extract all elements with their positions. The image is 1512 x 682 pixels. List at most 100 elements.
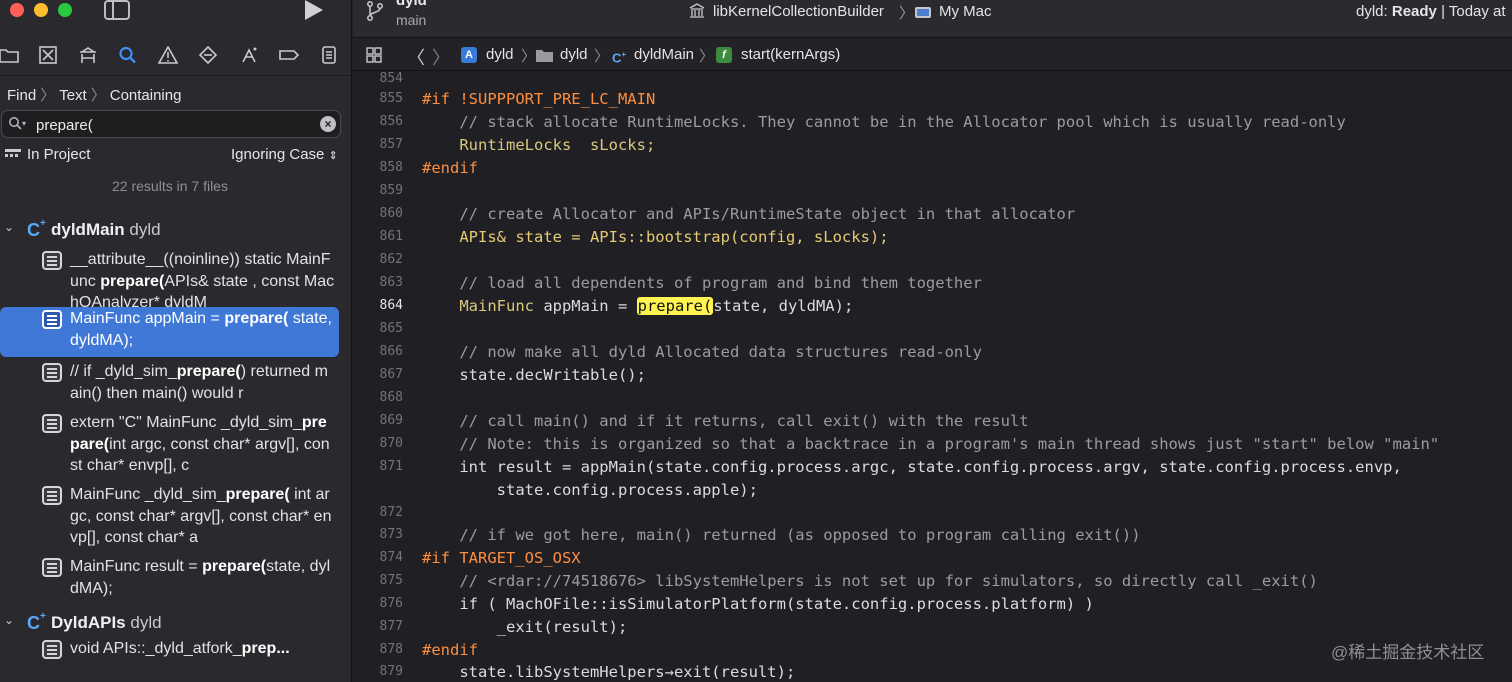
text-line-icon [42,310,62,329]
line-number: 859 [379,183,403,198]
code-line-current: 864 MainFunc appMain = prepare(state, dy… [353,296,1512,319]
line-number: 860 [379,206,403,221]
case-mode-label: Ignoring Case [231,146,325,163]
text-line-icon [42,363,62,382]
source-editor[interactable]: 854 855 #if !SUPPPORT_PRE_LC_MAIN 856 // … [353,72,1512,682]
find-icon[interactable] [117,46,139,66]
result-group-project: dyld [129,220,161,239]
source-control-icon[interactable] [37,46,59,66]
scheme-selector[interactable]: libKernelCollectionBuilder [713,3,884,20]
crumb-folder[interactable]: dyld [560,46,588,63]
result-group-header[interactable]: ⌄ C+ dyldMain dyld [0,208,351,248]
find-results-list: ⌄ C+ dyldMain dyld __attribute__((noinli… [0,208,351,667]
case-sensitivity-select[interactable]: Ignoring Case ⇕ [231,146,338,163]
disclosure-triangle-icon[interactable]: ⌄ [4,613,18,627]
code-line: 856 // stack allocate RuntimeLocks. They… [353,112,1512,135]
crumb-file[interactable]: dyldMain [634,46,694,63]
scheme-icon[interactable] [689,3,705,18]
find-mode-find[interactable]: Find [7,87,36,104]
code-line: 862 [353,250,1512,273]
code-text: RuntimeLocks sLocks; [422,135,655,156]
search-input[interactable] [36,115,306,135]
function-icon: f [716,47,732,63]
project-name[interactable]: dyld [396,0,427,9]
code-line: 866 // now make all dyld Allocated data … [353,342,1512,365]
result-item[interactable]: __attribute__((noinline)) static MainFun… [0,248,339,311]
result-match: prepare( [100,272,165,290]
code-line: 873 // if we got here, main() returned (… [353,525,1512,548]
line-number: 873 [379,527,403,542]
code-text: #if TARGET_OS_OSX [422,549,581,567]
issue-icon[interactable] [157,45,179,66]
forward-button[interactable]: 〉 [432,44,450,70]
breakpoint-icon[interactable] [278,46,300,66]
cpp-file-icon: C+ [611,50,627,66]
text-line-icon [42,558,62,577]
window-minimize-button[interactable] [34,3,48,17]
code-text: state.decWritable(); [422,366,646,384]
find-mode-text[interactable]: Text [59,87,87,104]
code-line: 871 int result = appMain(state.config.pr… [353,457,1512,480]
window-close-button[interactable] [10,3,24,17]
find-search-box[interactable]: ▾ × [1,110,341,138]
code-line: 855 #if !SUPPPORT_PRE_LC_MAIN [353,89,1512,112]
report-icon[interactable] [318,46,340,66]
result-item[interactable]: MainFunc _dyld_sim_prepare( int argc, co… [0,483,339,555]
line-number: 876 [379,596,403,611]
test-icon[interactable] [197,45,219,66]
result-group-project: dyld [130,613,162,632]
result-group-header[interactable]: ⌄ C+ DyldAPIs dyld [0,601,351,635]
line-number: 879 [379,664,403,679]
code-text: #endif [422,641,478,659]
debug-icon[interactable] [238,46,260,66]
back-button[interactable]: 〈 [407,44,425,70]
find-mode-breadcrumb[interactable]: Find 〉 Text 〉 Containing [7,84,181,105]
jump-bar: 〈 〉 A dyld 〉 dyld 〉 C+ dyldMain 〉 f star… [353,39,1512,71]
status-state: Ready [1391,3,1437,20]
disclosure-triangle-icon[interactable]: ⌄ [4,220,18,234]
chevron-down-icon[interactable]: ▾ [22,119,26,128]
line-number: 854 [379,72,403,86]
chevron-updown-icon: ⇕ [328,150,338,162]
project-icon: A [461,47,477,63]
result-item[interactable]: extern "C" MainFunc _dyld_sim_prepare(in… [0,411,339,483]
code-text-inner: RuntimeLocks sLocks; [422,136,656,154]
mac-icon [915,7,931,18]
find-scope[interactable]: In Project [27,146,90,163]
crumb-project[interactable]: dyld [486,46,514,63]
crumb-function[interactable]: start(kernArgs) [741,46,840,63]
scope-icon[interactable] [5,148,21,162]
code-text: if ( MachOFile::isSimulatorPlatform(stat… [422,595,1094,613]
line-number: 862 [379,252,403,267]
line-number: 875 [379,573,403,588]
window-zoom-button[interactable] [58,3,72,17]
result-item[interactable]: // if _dyld_sim_prepare() returned main(… [0,360,339,411]
result-prefix: MainFunc _dyld_sim_ [70,486,226,503]
folder-icon[interactable] [0,46,20,66]
find-mode-containing[interactable]: Containing [110,87,182,104]
run-button[interactable] [305,0,323,20]
result-prefix: extern "C" MainFunc _dyld_sim_ [70,414,302,431]
line-number: 855 [379,91,403,106]
result-item[interactable]: MainFunc result = prepare(state, dyldMA)… [0,555,339,605]
line-number: 863 [379,275,403,290]
code-text: state.libSystemHelpers→exit(result); [422,663,796,681]
chevron-right-icon: 〉 [899,5,915,22]
result-group-symbol: dyldMain [51,220,125,239]
chevron-right-icon: 〉 [40,87,56,104]
code-line: 872 [353,503,1512,526]
clear-search-icon[interactable]: × [320,116,336,132]
code-text: MainFunc appMain = prepare(state, dyldMA… [422,297,854,315]
result-item[interactable]: void APIs::_dyld_atfork_prep... [0,637,339,667]
code-line: 865 [353,319,1512,342]
line-number: 857 [379,137,403,152]
sidebar-toggle-icon[interactable] [104,0,130,20]
related-items-grid-icon[interactable] [366,47,382,63]
symbol-icon[interactable] [77,46,99,66]
code-line-continuation: state.config.process.apple); [353,480,1512,503]
result-prefix: MainFunc appMain = [70,310,225,327]
cpp-file-icon: C+ [27,218,46,240]
result-item-selected[interactable]: MainFunc appMain = prepare( state, dyldM… [0,307,339,357]
destination-selector[interactable]: My Mac [939,3,992,20]
branch-name[interactable]: main [396,12,426,28]
